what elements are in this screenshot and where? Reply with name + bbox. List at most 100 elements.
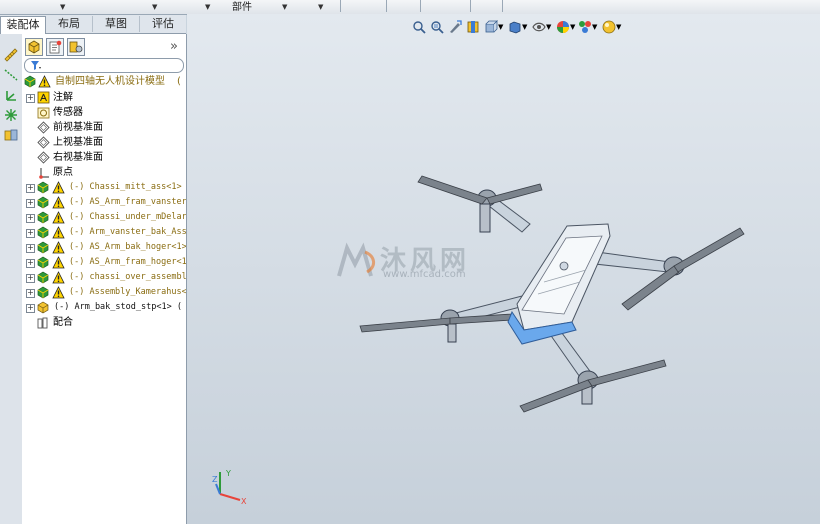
tree-item-label: (-) AS_Arm_bak_hoger<1>: [69, 242, 186, 252]
assembly-warning-icon: [37, 181, 50, 194]
tree-item-label: (-) Assembly_Kamerahus<: [69, 287, 186, 297]
tree-item-label: (-) chassi_over_assembl: [69, 272, 186, 282]
tree-item[interactable]: + (-) AS_Arm_fram_hoger<1: [22, 255, 186, 270]
dropdown-arrow-icon[interactable]: ▼: [570, 23, 575, 31]
command-tabs: 装配体 布局 草图 评估: [0, 15, 186, 34]
tree-item[interactable]: 上视基准面: [22, 135, 186, 150]
warning-icon: [52, 196, 65, 209]
toolbar-divider: [470, 0, 471, 12]
warning-icon: [52, 226, 65, 239]
property-icon: [49, 40, 62, 54]
expand-toggle-icon[interactable]: +: [26, 289, 35, 298]
dropdown-arrow-icon[interactable]: ▼: [592, 23, 597, 31]
line-tool-icon[interactable]: [4, 68, 18, 82]
expand-toggle-icon[interactable]: +: [26, 94, 35, 103]
feature-manager-tab-button[interactable]: [25, 38, 43, 56]
tree-item[interactable]: + (-) Arm_vanster_bak_Ass: [22, 225, 186, 240]
dropdown-arrow-icon[interactable]: ▼: [60, 3, 65, 11]
display-style-icon[interactable]: [508, 20, 522, 34]
toolbar-divider: [502, 0, 503, 12]
drone-body: [507, 223, 611, 345]
tree-filter-input[interactable]: [24, 58, 184, 73]
dropdown-arrow-icon[interactable]: ▼: [282, 3, 287, 11]
expand-toggle-icon[interactable]: +: [26, 199, 35, 208]
axis-tool-icon[interactable]: [4, 88, 18, 102]
expand-toggle-icon[interactable]: +: [26, 304, 35, 313]
warning-icon: [52, 286, 65, 299]
section-view-icon[interactable]: [466, 20, 480, 34]
tab-assembly[interactable]: 装配体: [0, 16, 46, 34]
dropdown-arrow-icon[interactable]: ▼: [546, 23, 551, 31]
panel-toolbar: »: [22, 36, 186, 56]
triad-y-label: Y: [225, 469, 231, 478]
tree-item-label: 前视基准面: [53, 122, 103, 133]
expand-toggle-icon[interactable]: +: [26, 259, 35, 268]
tree-item[interactable]: 前视基准面: [22, 120, 186, 135]
previous-view-icon[interactable]: [448, 20, 462, 34]
mates-icon: [37, 316, 50, 329]
tree-item[interactable]: 传感器: [22, 105, 186, 120]
zoom-to-fit-icon[interactable]: [412, 20, 426, 34]
warning-icon: [52, 211, 65, 224]
warning-icon: [52, 256, 65, 269]
expand-toggle-icon[interactable]: +: [26, 274, 35, 283]
tree-item[interactable]: + (-) Assembly_Kamerahus<: [22, 285, 186, 300]
tree-item[interactable]: + (-) Arm_bak_stod_stp<1> (: [22, 300, 186, 315]
tree-item[interactable]: 右视基准面: [22, 150, 186, 165]
tree-item-label: 传感器: [53, 107, 83, 118]
config-manager-tab-button[interactable]: [67, 38, 85, 56]
edit-appearance-icon[interactable]: [556, 20, 570, 34]
view-settings-icon[interactable]: [602, 20, 616, 34]
tab-evaluate[interactable]: 评估: [140, 16, 186, 32]
tree-item-label: (-) Chassi_mitt_ass<1>: [69, 182, 182, 192]
toolbar-divider: [386, 0, 387, 12]
assembly-icon: [24, 75, 36, 88]
warning-icon: [52, 271, 65, 284]
tree-item-label: (-) AS_Arm_fram_vanster: [69, 197, 186, 207]
spark-tool-icon[interactable]: [4, 108, 18, 122]
tree-item[interactable]: + (-) chassi_over_assembl: [22, 270, 186, 285]
view-orientation-icon[interactable]: [484, 20, 498, 34]
property-manager-tab-button[interactable]: [46, 38, 64, 56]
mate-tool-icon[interactable]: [4, 128, 18, 142]
warning-icon: [52, 241, 65, 254]
hide-show-items-icon[interactable]: [532, 20, 546, 34]
filter-icon[interactable]: [30, 60, 42, 71]
origin-icon: [37, 166, 50, 179]
dropdown-arrow-icon[interactable]: ▼: [318, 3, 323, 11]
panel-more-chevron[interactable]: »: [170, 39, 178, 54]
assembly-icon: [28, 40, 40, 54]
tree-root-label: 自制四轴无人机设计模型: [55, 76, 165, 87]
tree-root[interactable]: 自制四轴无人机设计模型 (: [22, 74, 186, 89]
expand-toggle-icon[interactable]: +: [26, 229, 35, 238]
tree-item[interactable]: + (-) Chassi_mitt_ass<1>: [22, 180, 186, 195]
tab-sketch[interactable]: 草图: [93, 16, 140, 32]
drone-3d-model[interactable]: [352, 154, 752, 414]
apply-scene-icon[interactable]: [578, 20, 592, 34]
toolbar-divider: [420, 0, 421, 12]
partial-button-label[interactable]: 部件: [232, 2, 252, 13]
dropdown-arrow-icon[interactable]: ▼: [616, 23, 621, 31]
tree-item[interactable]: + (-) AS_Arm_fram_vanster: [22, 195, 186, 210]
dropdown-arrow-icon[interactable]: ▼: [498, 23, 503, 31]
toolbar-divider: [340, 0, 341, 12]
ruler-icon[interactable]: [4, 48, 18, 62]
tree-item[interactable]: 原点: [22, 165, 186, 180]
expand-toggle-icon[interactable]: +: [26, 214, 35, 223]
tree-item-label: 注解: [53, 92, 73, 103]
dropdown-arrow-icon[interactable]: ▼: [152, 3, 157, 11]
sensor-icon: [37, 106, 50, 119]
assembly-warning-icon: [37, 196, 50, 209]
tree-item[interactable]: 配合: [22, 315, 186, 330]
zoom-to-area-icon[interactable]: [430, 20, 444, 34]
tree-item[interactable]: + (-) Chassi_under_mDelar: [22, 210, 186, 225]
dropdown-arrow-icon[interactable]: ▼: [205, 3, 210, 11]
tab-layout[interactable]: 布局: [46, 16, 93, 32]
expand-toggle-icon[interactable]: +: [26, 244, 35, 253]
tree-item[interactable]: + 注解: [22, 90, 186, 105]
tree-item[interactable]: + (-) AS_Arm_bak_hoger<1>: [22, 240, 186, 255]
triad-x-label: X: [241, 497, 247, 506]
expand-toggle-icon[interactable]: +: [26, 184, 35, 193]
dropdown-arrow-icon[interactable]: ▼: [522, 23, 527, 31]
graphics-viewport[interactable]: ▼ ▼ ▼ ▼ ▼ ▼ 沐风网 www.mfcad.com Y X Z: [187, 14, 820, 524]
